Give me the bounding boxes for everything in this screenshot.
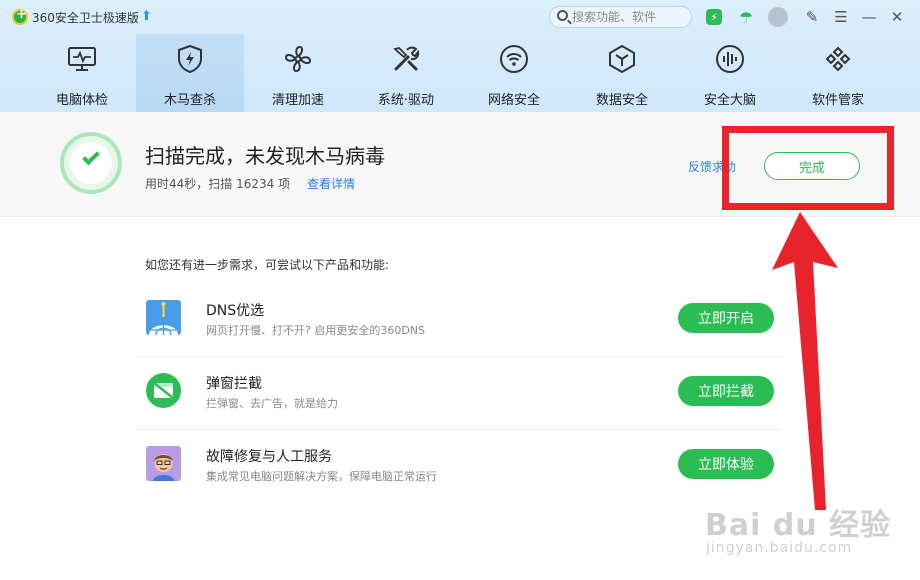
nav-item-security-brain[interactable]: 安全大脑 [676,34,784,112]
app-logo-icon [12,7,28,25]
nav-label: 电脑体检 [55,93,108,108]
nav-label: 数据安全 [595,93,648,108]
rec-title: 故障修复与人工服务 [206,449,332,465]
search-icon [557,10,568,21]
rec-title: 弹窗拦截 [206,376,262,392]
apps-icon [825,46,851,72]
brain-wave-icon [716,45,744,73]
popup-block-icon [146,373,181,408]
avatar[interactable] [768,7,788,27]
nav-label: 安全大脑 [703,93,756,108]
feedback-edit-icon[interactable]: ✎ [802,7,822,27]
search-input[interactable] [572,8,690,26]
nav-label: 网络安全 [487,93,540,108]
nav-item-pc-checkup[interactable]: 电脑体检 [28,34,136,112]
watermark-logo: Bai du 经验 [705,508,892,543]
search-box[interactable] [549,6,692,28]
menu-icon[interactable]: ☰ [831,7,851,27]
monitor-pulse-icon [68,47,96,71]
rec-title: DNS优选 [206,303,265,319]
dns-globe-icon [146,300,181,335]
fan-icon [284,45,312,73]
list-item-repair-service: 故障修复与人工服务 集成常见电脑问题解决方案，保障电脑正常运行 立即体验 [135,430,782,503]
nav-label: 软件管家 [811,93,864,108]
nav-item-software-manager[interactable]: 软件管家 [784,34,892,112]
protection-shield-icon[interactable]: ⚡ [704,7,724,27]
enable-dns-button[interactable]: 立即开启 [678,303,774,333]
wifi-icon [500,45,528,73]
nav-label: 清理加速 [271,93,324,108]
umbrella-icon[interactable]: ☂ [736,7,756,27]
rec-desc: 集成常见电脑问题解决方案，保障电脑正常运行 [206,470,437,483]
scan-result-summary: 用时44秒，扫描 16234 项 [145,177,291,191]
rec-desc: 拦弹窗、去广告，就是给力 [206,397,338,410]
try-service-button[interactable]: 立即体验 [678,449,774,479]
app-title: 360安全卫士极速版 [32,11,139,25]
title-bar: 360安全卫士极速版 ⬆ ⚡ ☂ ✎ ☰ — ✕ [0,0,920,34]
view-details-link[interactable]: 查看详情 [307,175,355,192]
annotation-highlight-box [722,126,894,210]
rec-desc: 网页打开慢、打不开? 启用更安全的360DNS [206,324,426,337]
tools-icon [393,46,420,71]
support-person-icon [146,446,181,481]
nav-item-cleanup[interactable]: 清理加速 [244,34,352,112]
nav-item-trojan-scan[interactable]: 木马查杀 [136,34,244,112]
close-icon[interactable]: ✕ [887,7,907,27]
nav-item-data-security[interactable]: 数据安全 [568,34,676,112]
nav-item-system-driver[interactable]: 系统·驱动 [352,34,460,112]
hexagon-icon [609,44,635,74]
list-item-dns: DNS优选 网页打开慢、打不开? 启用更安全的360DNS 立即开启 [135,284,782,357]
shield-bolt-icon [178,44,202,74]
block-popups-button[interactable]: 立即拦截 [678,376,774,406]
nav-label: 木马查杀 [163,93,216,108]
success-check-icon [60,132,122,194]
nav-item-network-security[interactable]: 网络安全 [460,34,568,112]
scan-result-title: 扫描完成，未发现木马病毒 [145,144,385,168]
watermark-url: jingyan.baidu.com [706,540,853,556]
upgrade-arrow-icon[interactable]: ⬆ [141,9,152,24]
nav-label: 系统·驱动 [377,93,435,108]
list-item-popup-block: 弹窗拦截 拦弹窗、去广告，就是给力 立即拦截 [135,357,782,430]
minimize-icon[interactable]: — [859,7,879,27]
main-nav: 电脑体检 木马查杀 清理加速 系统·驱动 网络安全 数据安全 安全大脑 软件管家 [28,34,892,112]
header-bar: 360安全卫士极速版 ⬆ ⚡ ☂ ✎ ☰ — ✕ 电脑体检 [0,0,920,112]
recommendations-intro: 如您还有进一步需求，可尝试以下产品和功能: [145,258,390,272]
